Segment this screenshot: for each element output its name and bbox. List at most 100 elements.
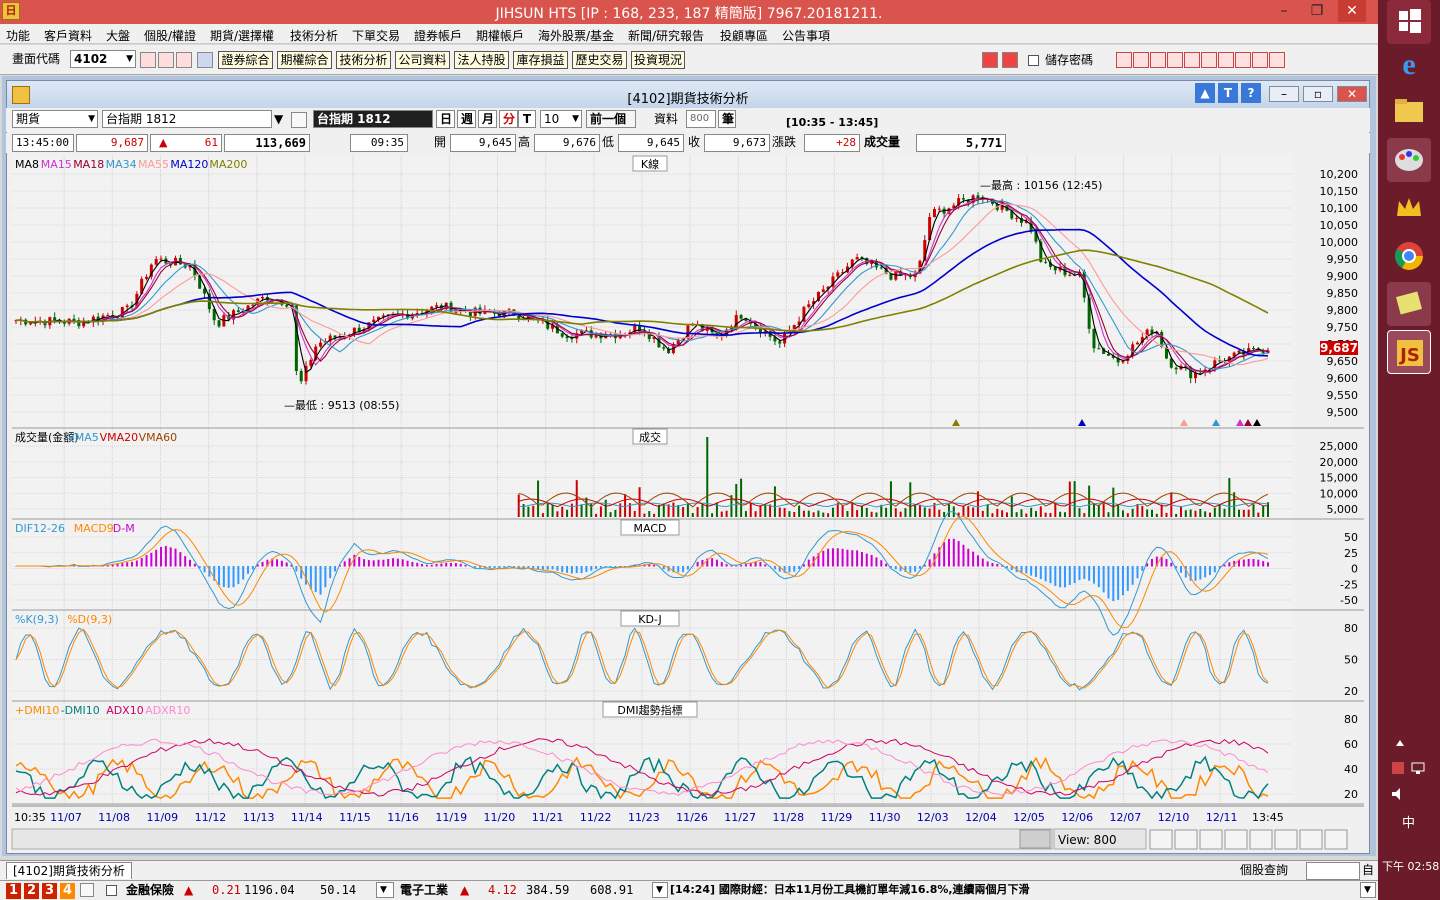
x-tick-label: 12/03 — [917, 811, 949, 824]
panel-name: MACD — [634, 522, 667, 535]
volume-bar — [1184, 510, 1187, 517]
volume-icon[interactable] — [1390, 786, 1406, 802]
chevron-down-icon[interactable]: ▼ — [652, 882, 668, 898]
macd-bar — [860, 551, 863, 567]
y-tick-label: 80 — [1344, 622, 1358, 635]
legend-k-2: MA18 — [73, 158, 104, 171]
volume-bar — [870, 511, 873, 517]
candle-body — [159, 258, 163, 260]
ie-icon[interactable]: e — [1387, 42, 1431, 86]
low-annotation: —最低 : 9513 (08:55) — [284, 399, 399, 412]
candle-body — [285, 304, 289, 307]
page-button-2[interactable]: 3 — [42, 883, 57, 899]
macd-bar — [870, 554, 873, 567]
volume-bar — [1204, 511, 1207, 517]
y-tick-label: 80 — [1344, 713, 1358, 726]
windows-taskbar: e JS 中 下午 02:58 — [1378, 0, 1440, 900]
x-tick-label: 10:35 — [14, 811, 46, 824]
macd-bar — [261, 561, 264, 567]
y-tick-label: 9,600 — [1327, 372, 1359, 385]
macd-bar — [227, 566, 230, 588]
lock-icon[interactable] — [80, 883, 94, 897]
legend-vol-1: VMA5 — [67, 431, 99, 444]
macd-bar — [914, 566, 917, 572]
horizontal-scrollbar[interactable] — [11, 828, 1053, 850]
settings-icon[interactable] — [1324, 829, 1348, 850]
paint-icon[interactable] — [1387, 138, 1431, 182]
macd-bar — [121, 563, 124, 567]
macd-bar — [943, 542, 946, 567]
windows-start-icon[interactable] — [1387, 0, 1431, 44]
macd-bar — [247, 566, 250, 574]
zoom-in-icon[interactable] — [1149, 829, 1173, 850]
page-button-1[interactable]: 2 — [24, 883, 39, 899]
zoom-out-icon[interactable] — [1174, 829, 1198, 850]
candle-body — [778, 341, 782, 344]
macd-bar — [1136, 566, 1139, 579]
volume-bar — [1252, 504, 1255, 517]
chevron-down-icon[interactable]: ▼ — [376, 882, 394, 898]
legend-macd-1: MACD9 — [74, 522, 114, 535]
macd-bar — [169, 547, 172, 567]
volume-bar — [662, 503, 665, 517]
y-tick-label: 9,900 — [1327, 270, 1359, 283]
network-icon[interactable] — [1410, 760, 1426, 776]
macd-bar — [251, 566, 254, 570]
chevron-down-icon[interactable]: ▼ — [1360, 882, 1376, 898]
refresh-icon[interactable] — [1224, 829, 1248, 850]
y-tick-label: 9,650 — [1327, 355, 1359, 368]
draw-icon[interactable] — [1299, 829, 1323, 850]
macd-bar — [715, 559, 718, 567]
notes-icon[interactable] — [1387, 282, 1431, 326]
macd-bar — [595, 566, 598, 569]
explorer-icon[interactable] — [1387, 90, 1431, 134]
volume-bar — [1068, 481, 1071, 517]
volume-bar — [976, 491, 979, 517]
layout-icon[interactable] — [1274, 829, 1298, 850]
macd-bar — [928, 559, 931, 567]
volume-bar — [599, 506, 602, 517]
volume-bar — [1073, 481, 1076, 517]
volume-bar — [759, 505, 762, 517]
macd-bar — [1102, 566, 1105, 593]
volume-bar — [981, 510, 984, 517]
macd-bar — [822, 550, 825, 567]
macd-bar — [575, 566, 578, 574]
volume-bar — [638, 487, 641, 517]
chrome-icon[interactable] — [1387, 234, 1431, 278]
volume-bar — [1083, 513, 1086, 517]
x-tick-label: 11/27 — [724, 811, 756, 824]
candle-body — [53, 317, 57, 321]
jihsun-app-icon[interactable]: JS — [1387, 330, 1431, 374]
volume-bar — [522, 504, 525, 517]
clock[interactable]: 下午 02:58 — [1382, 858, 1439, 874]
y-tick-label: 20,000 — [1320, 456, 1359, 469]
legend-dmi-2: ADX10 — [106, 704, 144, 717]
tray-app-icon[interactable] — [1390, 760, 1406, 776]
page-button-3[interactable]: 4 — [60, 883, 75, 899]
tray-up-icon[interactable] — [1392, 735, 1408, 751]
volume-bar — [827, 513, 830, 517]
x-tick-label: 11/14 — [291, 811, 323, 824]
y-tick-label: 5,000 — [1327, 503, 1359, 516]
scrollbar-thumb[interactable] — [1019, 829, 1051, 849]
ticker-checkbox[interactable] — [106, 885, 117, 896]
zoom-fit-icon[interactable] — [1199, 829, 1223, 850]
macd-bar — [885, 563, 888, 567]
crown-app-icon[interactable] — [1387, 186, 1431, 230]
macd-bar — [696, 561, 699, 567]
volume-bar — [865, 507, 868, 517]
y-tick-label: 9,750 — [1327, 321, 1359, 334]
candle-body — [261, 296, 265, 299]
page-button-0[interactable]: 1 — [6, 883, 21, 899]
window-tab[interactable]: [4102]期貨技術分析 — [6, 862, 132, 879]
volume-bar — [1189, 509, 1192, 517]
macd-bar — [126, 562, 129, 567]
macd-bar — [430, 564, 433, 567]
macd-bar — [1068, 566, 1071, 585]
news-ticker[interactable]: [14:24] 國際財經：日本11月份工具機訂單年減16.8%,連續兩個月下滑 — [670, 881, 1030, 899]
macd-bar — [1083, 566, 1086, 579]
bar-chart-icon[interactable] — [1249, 829, 1273, 850]
stock-query-input[interactable] — [1306, 862, 1360, 880]
ime-indicator[interactable]: 中 — [1402, 812, 1415, 831]
